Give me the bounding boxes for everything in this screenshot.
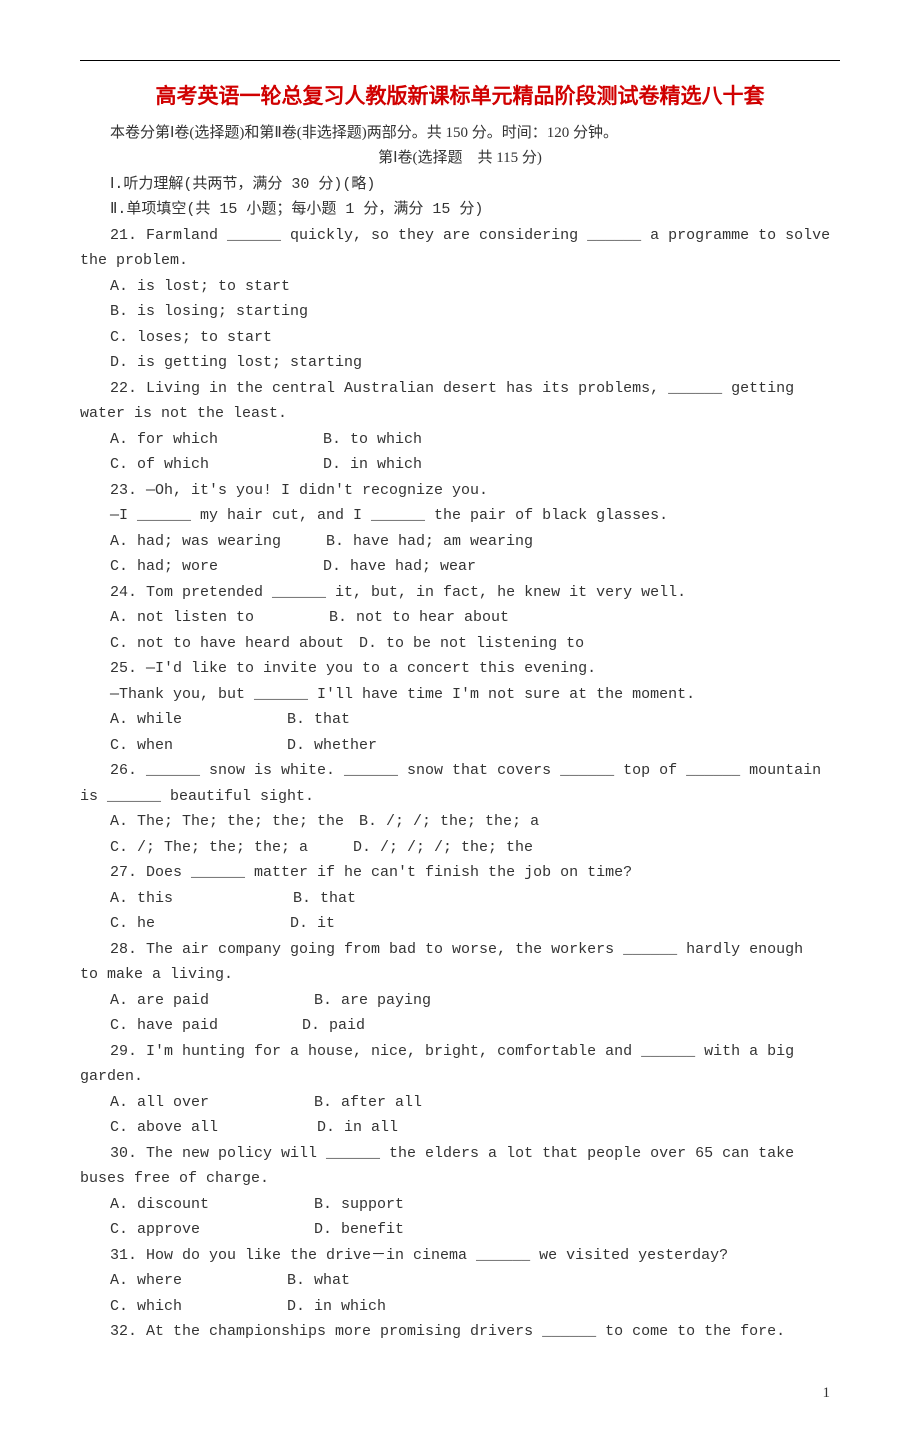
q23-stem-1: 23. —Oh, it's you! I didn't recognize yo… (80, 478, 840, 504)
q32-stem: 32. At the championships more promising … (80, 1319, 840, 1345)
q22-opts-2: C. of which D. in which (80, 452, 840, 478)
q30-stem-2: buses free of charge. (80, 1166, 840, 1192)
q25-stem-1: 25. —I'd like to invite you to a concert… (80, 656, 840, 682)
q25-stem-2: —Thank you, but ______ I'll have time I'… (80, 682, 840, 708)
q31-opts-2: C. which D. in which (80, 1294, 840, 1320)
q27-stem: 27. Does ______ matter if he can't finis… (80, 860, 840, 886)
q30-stem-1: 30. The new policy will ______ the elder… (80, 1141, 840, 1167)
intro-text: 本卷分第Ⅰ卷(选择题)和第Ⅱ卷(非选择题)两部分。共 150 分。时间：120 … (80, 121, 840, 147)
part-header: 第Ⅰ卷(选择题 共 115 分) (80, 146, 840, 172)
document-page: 高考英语一轮总复习人教版新课标单元精品阶段测试卷精选八十套 本卷分第Ⅰ卷(选择题… (0, 0, 920, 1442)
top-divider (80, 60, 840, 61)
q26-opts-2: C. /; The; the; the; a D. /; /; /; the; … (80, 835, 840, 861)
q21-stem-1: 21. Farmland ______ quickly, so they are… (80, 223, 840, 249)
q24-stem: 24. Tom pretended ______ it, but, in fac… (80, 580, 840, 606)
q27-opts-1: A. this B. that (80, 886, 840, 912)
q22-stem-1: 22. Living in the central Australian des… (80, 376, 840, 402)
q24-opts-1: A. not listen to B. not to hear about (80, 605, 840, 631)
q21-opt-c: C. loses; to start (80, 325, 840, 351)
document-title: 高考英语一轮总复习人教版新课标单元精品阶段测试卷精选八十套 (80, 81, 840, 113)
q25-opts-1: A. while B. that (80, 707, 840, 733)
q29-stem-2: garden. (80, 1064, 840, 1090)
q28-stem-1: 28. The air company going from bad to wo… (80, 937, 840, 963)
q24-opts-2: C. not to have heard about D. to be not … (80, 631, 840, 657)
q26-stem-1: 26. ______ snow is white. ______ snow th… (80, 758, 840, 784)
q23-opts-2: C. had; wore D. have had; wear (80, 554, 840, 580)
q23-opts-1: A. had; was wearing B. have had; am wear… (80, 529, 840, 555)
section-2: Ⅱ.单项填空(共 15 小题；每小题 1 分，满分 15 分) (80, 197, 840, 223)
q22-stem-2: water is not the least. (80, 401, 840, 427)
q28-stem-2: to make a living. (80, 962, 840, 988)
q29-stem-1: 29. I'm hunting for a house, nice, brigh… (80, 1039, 840, 1065)
q29-opts-1: A. all over B. after all (80, 1090, 840, 1116)
q21-opt-b: B. is losing; starting (80, 299, 840, 325)
q21-opt-d: D. is getting lost; starting (80, 350, 840, 376)
q23-stem-2: —I ______ my hair cut, and I ______ the … (80, 503, 840, 529)
q21-stem-2: the problem. (80, 248, 840, 274)
q31-stem: 31. How do you like the drive－in cinema … (80, 1243, 840, 1269)
q26-stem-2: is ______ beautiful sight. (80, 784, 840, 810)
q30-opts-1: A. discount B. support (80, 1192, 840, 1218)
q28-opts-1: A. are paid B. are paying (80, 988, 840, 1014)
q27-opts-2: C. he D. it (80, 911, 840, 937)
page-number: 1 (80, 1385, 840, 1402)
q31-opts-1: A. where B. what (80, 1268, 840, 1294)
q28-opts-2: C. have paid D. paid (80, 1013, 840, 1039)
q29-opts-2: C. above all D. in all (80, 1115, 840, 1141)
q25-opts-2: C. when D. whether (80, 733, 840, 759)
section-1: Ⅰ.听力理解(共两节，满分 30 分)(略) (80, 172, 840, 198)
q26-opts-1: A. The; The; the; the; the B. /; /; the;… (80, 809, 840, 835)
q30-opts-2: C. approve D. benefit (80, 1217, 840, 1243)
q22-opts-1: A. for which B. to which (80, 427, 840, 453)
q21-opt-a: A. is lost; to start (80, 274, 840, 300)
